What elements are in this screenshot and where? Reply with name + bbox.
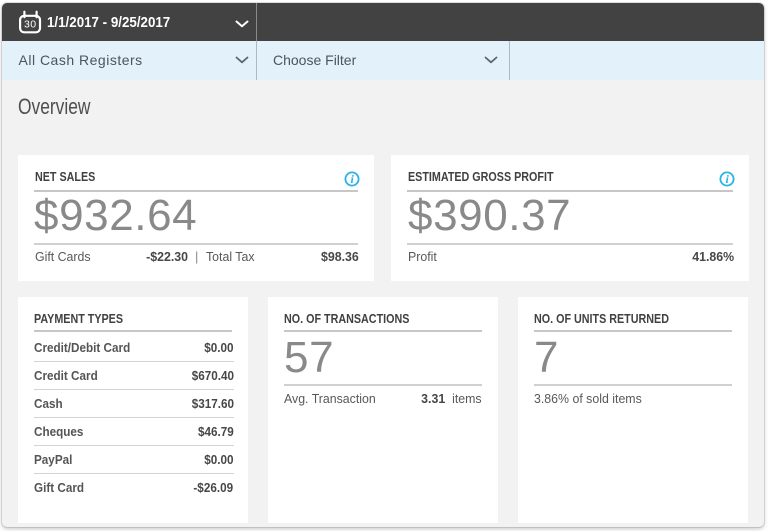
svg-text:i: i — [351, 172, 355, 186]
svg-text:i: i — [726, 172, 730, 186]
svg-text:30: 30 — [24, 19, 37, 31]
